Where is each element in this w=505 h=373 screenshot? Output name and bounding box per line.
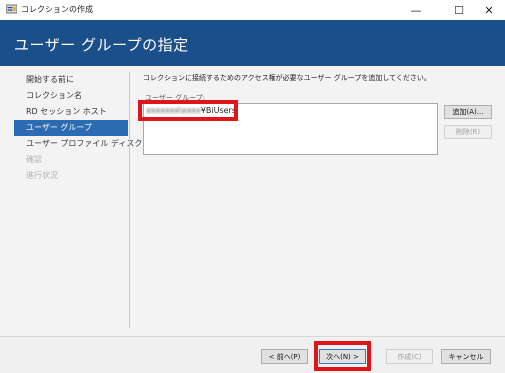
maximize-button[interactable]: ☐	[443, 0, 475, 20]
highlight-annotation-next	[314, 341, 371, 371]
window-title: コレクションの作成	[21, 5, 93, 14]
nav-divider	[129, 72, 130, 328]
nav-item-rd-session-host[interactable]: RD セッション ホスト	[14, 104, 128, 120]
highlight-annotation-list	[138, 100, 238, 121]
title-bar[interactable]: コレクションの作成 — ☐ ✕	[0, 0, 505, 20]
close-button[interactable]: ✕	[473, 0, 505, 20]
back-button[interactable]: < 前へ(P)	[261, 349, 308, 364]
nav-item-progress: 進行状況	[26, 171, 58, 180]
nav-item-collection-name[interactable]: コレクション名	[14, 88, 128, 104]
nav-item-user-groups[interactable]: ユーザー グループ	[14, 120, 128, 136]
minimize-button[interactable]: —	[400, 0, 432, 20]
remove-button: 削除(R)	[444, 125, 492, 139]
server-manager-icon	[6, 4, 17, 14]
cancel-button[interactable]: キャンセル	[441, 349, 491, 364]
nav-item-before-you-begin[interactable]: 開始する前に	[14, 72, 128, 88]
nav-item-user-profile-disks[interactable]: ユーザー プロファイル ディスク	[14, 136, 142, 152]
create-button: 作成(C)	[386, 349, 433, 364]
wizard-nav: 開始する前に コレクション名 RD セッション ホスト ユーザー グループ ユー…	[14, 72, 142, 184]
create-collection-window: コレクションの作成 — ☐ ✕ ユーザー グループの指定 開始する前に コレクシ…	[0, 0, 505, 373]
add-button[interactable]: 追加(A)...	[444, 105, 492, 119]
page-title: ユーザー グループの指定	[14, 36, 189, 54]
nav-item-confirmation: 確認	[26, 155, 42, 164]
instruction-text: コレクションに接続するためのアクセス権が必要なユーザー グループを追加してくださ…	[143, 74, 431, 82]
